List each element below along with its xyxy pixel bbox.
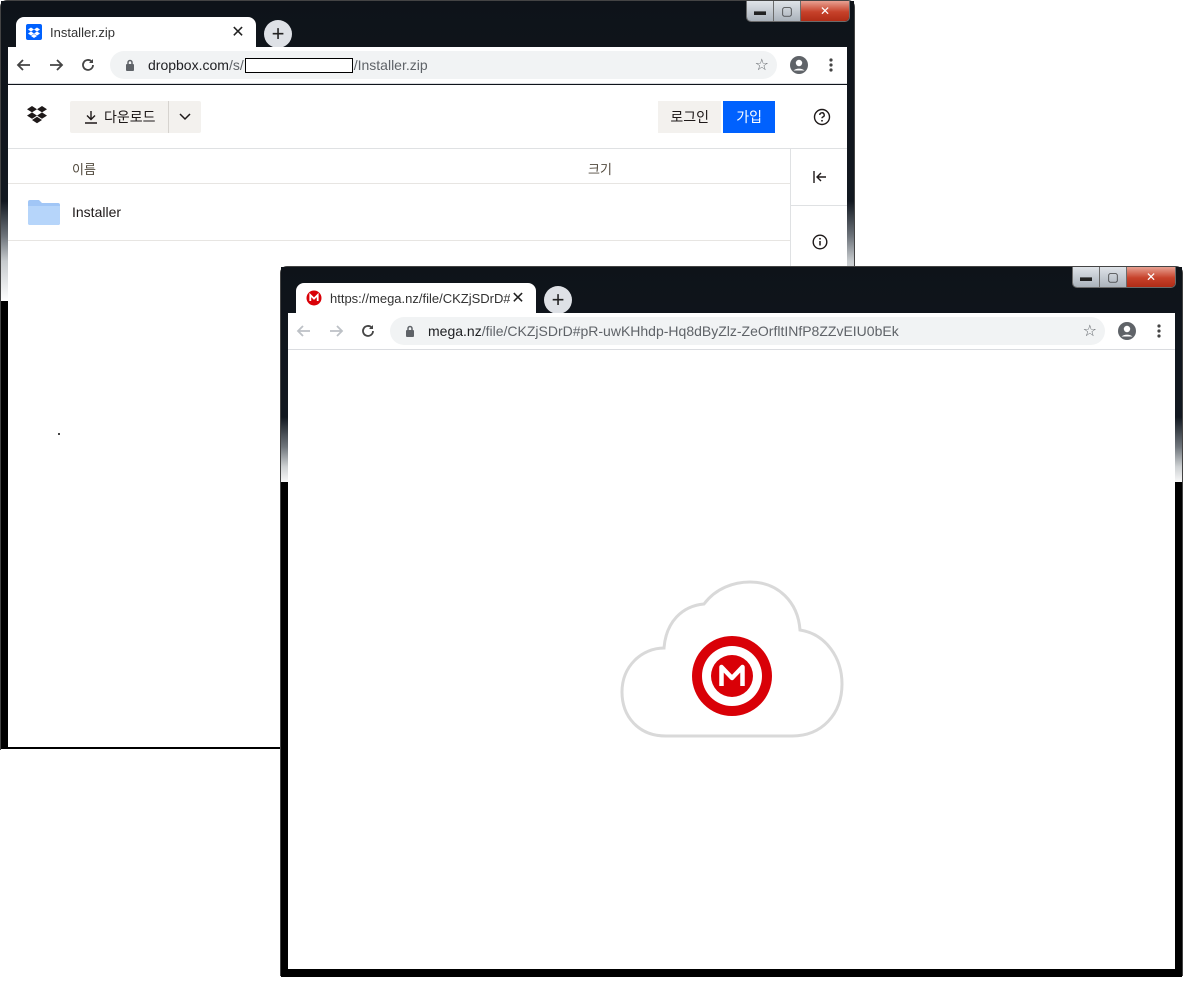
login-button[interactable]: 로그인 xyxy=(658,101,721,133)
arrow-left-icon xyxy=(16,59,30,71)
table-header: 이름 크기 xyxy=(8,149,790,184)
kebab-menu-icon xyxy=(1157,324,1161,338)
address-bar[interactable]: mega.nz/file/CKZjSDrD#pR-uwKHhdp-Hq8dByZ… xyxy=(390,317,1105,345)
reload-button[interactable] xyxy=(72,49,104,81)
redacted-url-segment xyxy=(244,57,353,73)
url-suffix: /Installer.zip xyxy=(353,57,428,73)
url-host: dropbox.com xyxy=(148,57,229,73)
close-tab-icon[interactable]: ✕ xyxy=(230,22,246,42)
forward-button[interactable] xyxy=(320,315,352,347)
download-options-button[interactable] xyxy=(169,101,201,133)
back-button[interactable] xyxy=(8,49,40,81)
table-row[interactable]: Installer xyxy=(8,184,790,241)
dropbox-icon xyxy=(26,24,42,40)
download-icon xyxy=(85,111,97,124)
lock-icon xyxy=(402,325,418,337)
lock-icon xyxy=(122,59,138,71)
new-tab-button[interactable]: + xyxy=(544,286,572,314)
mega-browser-window: ▬ ▢ ✕ https://mega.nz/file/CKZjSDrD#pR-u… xyxy=(280,266,1183,977)
new-tab-button[interactable]: + xyxy=(264,20,292,48)
collapse-left-icon xyxy=(813,171,826,183)
arrow-right-icon xyxy=(330,325,344,337)
help-icon[interactable] xyxy=(813,108,831,131)
close-tab-icon[interactable]: ✕ xyxy=(510,288,526,308)
url-path: /file/CKZjSDrD#pR-uwKHhdp-Hq8dByZlz-ZeOr… xyxy=(481,323,899,339)
file-table: 이름 크기 Installer xyxy=(8,149,790,241)
forward-button[interactable] xyxy=(40,49,72,81)
info-icon xyxy=(812,234,828,250)
tab-title: https://mega.nz/file/CKZjSDrD#pR-uwKHhdp… xyxy=(330,290,510,306)
bookmark-star-icon[interactable]: ☆ xyxy=(1083,321,1097,341)
chevron-down-icon xyxy=(179,113,191,121)
account-circle-icon xyxy=(790,56,808,74)
url-prefix: /s/ xyxy=(228,57,244,73)
column-header-size[interactable]: 크기 xyxy=(588,159,612,178)
menu-button[interactable] xyxy=(815,49,847,81)
back-button[interactable] xyxy=(288,315,320,347)
download-label: 다운로드 xyxy=(104,109,156,125)
arrow-right-icon xyxy=(50,59,64,71)
reload-button[interactable] xyxy=(352,315,384,347)
collapse-panel-button[interactable] xyxy=(791,149,847,206)
mega-icon xyxy=(306,290,322,306)
profile-button[interactable] xyxy=(1111,315,1143,347)
browser-toolbar: mega.nz/file/CKZjSDrD#pR-uwKHhdp-Hq8dByZ… xyxy=(288,313,1175,350)
file-name: Installer xyxy=(72,204,122,220)
browser-toolbar: dropbox.com/s/ /Installer.zip ☆ xyxy=(8,47,847,84)
arrow-left-icon xyxy=(296,325,310,337)
tab-strip: https://mega.nz/file/CKZjSDrD#pR-uwKHhdp… xyxy=(288,277,1175,314)
stray-dot xyxy=(58,433,60,435)
dropbox-logo-icon[interactable] xyxy=(26,105,48,130)
tab-mega-file[interactable]: https://mega.nz/file/CKZjSDrD#pR-uwKHhdp… xyxy=(296,283,536,313)
dropbox-header: 다운로드 로그인 가입 xyxy=(8,85,847,149)
tab-installer-zip[interactable]: Installer.zip ✕ xyxy=(16,17,256,47)
signup-button[interactable]: 가입 xyxy=(723,101,775,133)
kebab-menu-icon xyxy=(829,58,833,72)
column-header-name[interactable]: 이름 xyxy=(72,159,96,178)
reload-icon xyxy=(82,59,94,71)
mega-loading-cloud xyxy=(620,580,844,745)
tab-title: Installer.zip xyxy=(50,24,116,40)
profile-button[interactable] xyxy=(783,49,815,81)
tab-strip: Installer.zip ✕ + xyxy=(8,11,847,48)
folder-icon xyxy=(28,199,60,230)
download-button[interactable]: 다운로드 xyxy=(70,101,169,133)
bookmark-star-icon[interactable]: ☆ xyxy=(755,55,769,75)
mega-page xyxy=(288,350,1175,969)
download-split-button: 다운로드 xyxy=(70,101,201,133)
menu-button[interactable] xyxy=(1143,315,1175,347)
url-host: mega.nz xyxy=(428,323,482,339)
account-circle-icon xyxy=(1118,322,1136,340)
address-bar[interactable]: dropbox.com/s/ /Installer.zip ☆ xyxy=(110,51,777,79)
reload-icon xyxy=(362,325,374,337)
